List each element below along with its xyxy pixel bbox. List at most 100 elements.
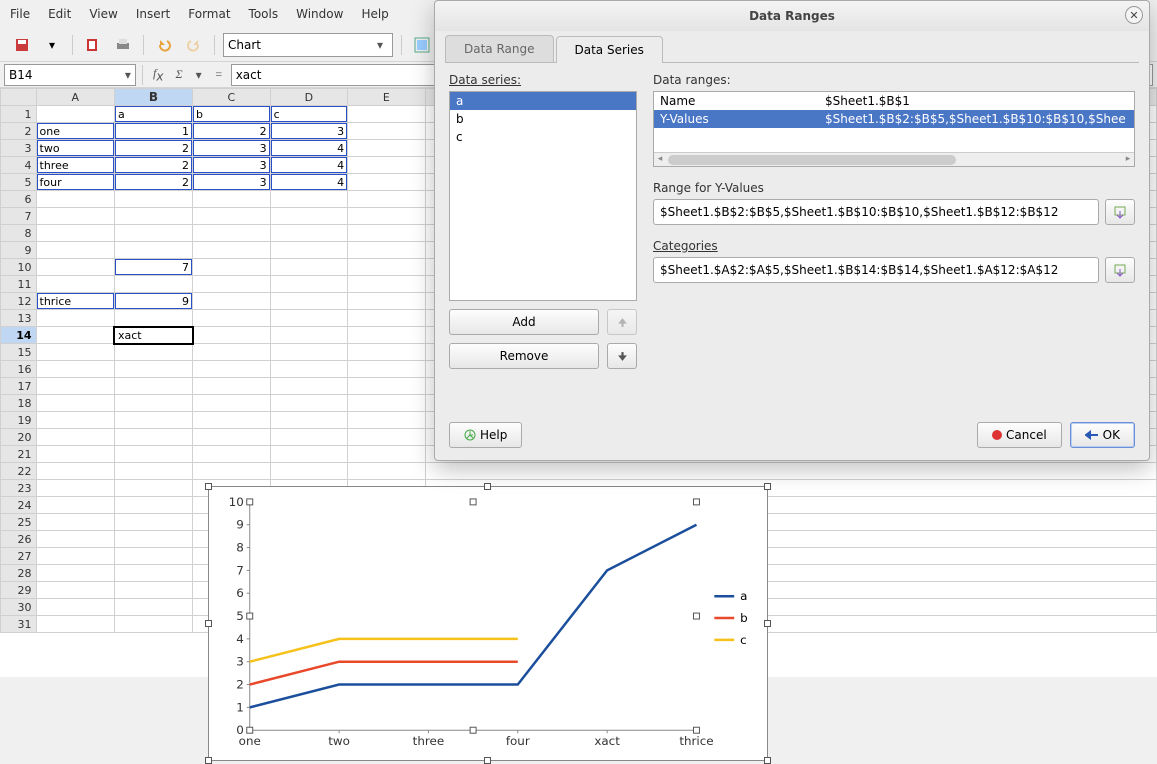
resize-handle[interactable] xyxy=(764,757,771,764)
cell[interactable] xyxy=(348,106,425,123)
cell[interactable]: 4 xyxy=(270,140,348,157)
row-header[interactable]: 2 xyxy=(1,123,37,140)
resize-handle[interactable] xyxy=(484,483,491,490)
sum-icon[interactable]: Σ xyxy=(171,67,186,82)
row-header[interactable]: 27 xyxy=(1,548,37,565)
cell[interactable] xyxy=(36,327,114,344)
cell[interactable] xyxy=(36,395,114,412)
cell[interactable]: 2 xyxy=(114,157,192,174)
cell[interactable] xyxy=(114,548,192,565)
cell[interactable]: three xyxy=(36,157,114,174)
undo-icon[interactable] xyxy=(152,33,176,57)
cell[interactable] xyxy=(36,429,114,446)
remove-button[interactable]: Remove xyxy=(449,343,599,369)
col-header-D[interactable]: D xyxy=(270,89,348,106)
cell[interactable] xyxy=(348,344,425,361)
cell[interactable] xyxy=(36,378,114,395)
cell[interactable] xyxy=(36,599,114,616)
tab-data-range[interactable]: Data Range xyxy=(445,35,554,62)
cell[interactable]: a xyxy=(114,106,192,123)
cell[interactable]: 3 xyxy=(193,157,271,174)
cell[interactable] xyxy=(348,225,425,242)
cell[interactable] xyxy=(36,514,114,531)
row-header[interactable]: 5 xyxy=(1,174,37,191)
cell[interactable] xyxy=(36,208,114,225)
row-header[interactable]: 19 xyxy=(1,412,37,429)
cell[interactable] xyxy=(114,242,192,259)
row-header[interactable]: 7 xyxy=(1,208,37,225)
cell[interactable] xyxy=(114,497,192,514)
cell[interactable]: one xyxy=(36,123,114,140)
dropdown-icon[interactable]: ▾ xyxy=(40,33,64,57)
row-header[interactable]: 30 xyxy=(1,599,37,616)
row-header[interactable]: 18 xyxy=(1,395,37,412)
cell[interactable] xyxy=(36,225,114,242)
row-header[interactable]: 11 xyxy=(1,276,37,293)
menu-tools[interactable]: Tools xyxy=(249,7,279,21)
resize-handle[interactable] xyxy=(764,483,771,490)
close-icon[interactable]: ✕ xyxy=(1125,6,1143,24)
menu-view[interactable]: View xyxy=(89,7,117,21)
row-header[interactable]: 9 xyxy=(1,242,37,259)
cell[interactable] xyxy=(36,259,114,276)
cell[interactable] xyxy=(193,293,271,310)
print-icon[interactable] xyxy=(111,33,135,57)
cell[interactable] xyxy=(36,497,114,514)
cell[interactable] xyxy=(348,123,425,140)
move-down-button[interactable] xyxy=(607,343,637,369)
row-header[interactable]: 25 xyxy=(1,514,37,531)
export-pdf-icon[interactable] xyxy=(81,33,105,57)
row-header[interactable]: 28 xyxy=(1,565,37,582)
cell[interactable] xyxy=(114,616,192,633)
shrink-categories-icon[interactable] xyxy=(1105,257,1135,283)
cell[interactable] xyxy=(36,531,114,548)
cell[interactable] xyxy=(36,446,114,463)
cell[interactable] xyxy=(270,293,348,310)
cell[interactable] xyxy=(114,463,192,480)
name-box-input[interactable] xyxy=(5,68,121,82)
cell[interactable]: 1 xyxy=(114,123,192,140)
menu-file[interactable]: File xyxy=(10,7,30,21)
data-ranges-table[interactable]: Name$Sheet1.$B$1Y-Values$Sheet1.$B$2:$B$… xyxy=(653,91,1135,167)
cell[interactable] xyxy=(193,429,271,446)
cell[interactable] xyxy=(193,378,271,395)
cell[interactable] xyxy=(114,412,192,429)
cell[interactable] xyxy=(114,361,192,378)
cell[interactable] xyxy=(36,106,114,123)
cell[interactable] xyxy=(193,310,271,327)
cell[interactable] xyxy=(114,225,192,242)
row-header[interactable]: 21 xyxy=(1,446,37,463)
cell[interactable] xyxy=(193,446,271,463)
cell[interactable] xyxy=(114,429,192,446)
cell[interactable] xyxy=(36,344,114,361)
row-header[interactable]: 6 xyxy=(1,191,37,208)
save-icon[interactable] xyxy=(10,33,34,57)
cell[interactable] xyxy=(36,616,114,633)
cell[interactable] xyxy=(348,174,425,191)
cell[interactable]: 2 xyxy=(114,140,192,157)
cell[interactable] xyxy=(114,310,192,327)
range-for-input[interactable] xyxy=(653,199,1099,225)
cell[interactable] xyxy=(270,429,348,446)
cell[interactable]: 2 xyxy=(193,123,271,140)
add-button[interactable]: Add xyxy=(449,309,599,335)
row-header[interactable]: 16 xyxy=(1,361,37,378)
row-header[interactable]: 26 xyxy=(1,531,37,548)
row-header[interactable]: 22 xyxy=(1,463,37,480)
row-header[interactable]: 24 xyxy=(1,497,37,514)
cell[interactable] xyxy=(270,446,348,463)
cell[interactable] xyxy=(114,208,192,225)
cell[interactable]: 9 xyxy=(114,293,192,310)
col-header-C[interactable]: C xyxy=(193,89,271,106)
col-header-A[interactable]: A xyxy=(36,89,114,106)
cell[interactable] xyxy=(348,242,425,259)
row-header[interactable]: 10 xyxy=(1,259,37,276)
cell[interactable] xyxy=(114,276,192,293)
cell[interactable]: 7 xyxy=(114,259,192,276)
cell[interactable]: thrice xyxy=(36,293,114,310)
row-header[interactable]: 12 xyxy=(1,293,37,310)
cancel-button[interactable]: Cancel xyxy=(977,422,1062,448)
cell[interactable] xyxy=(114,514,192,531)
equals-icon[interactable]: = xyxy=(211,67,227,82)
redo-icon[interactable] xyxy=(182,33,206,57)
